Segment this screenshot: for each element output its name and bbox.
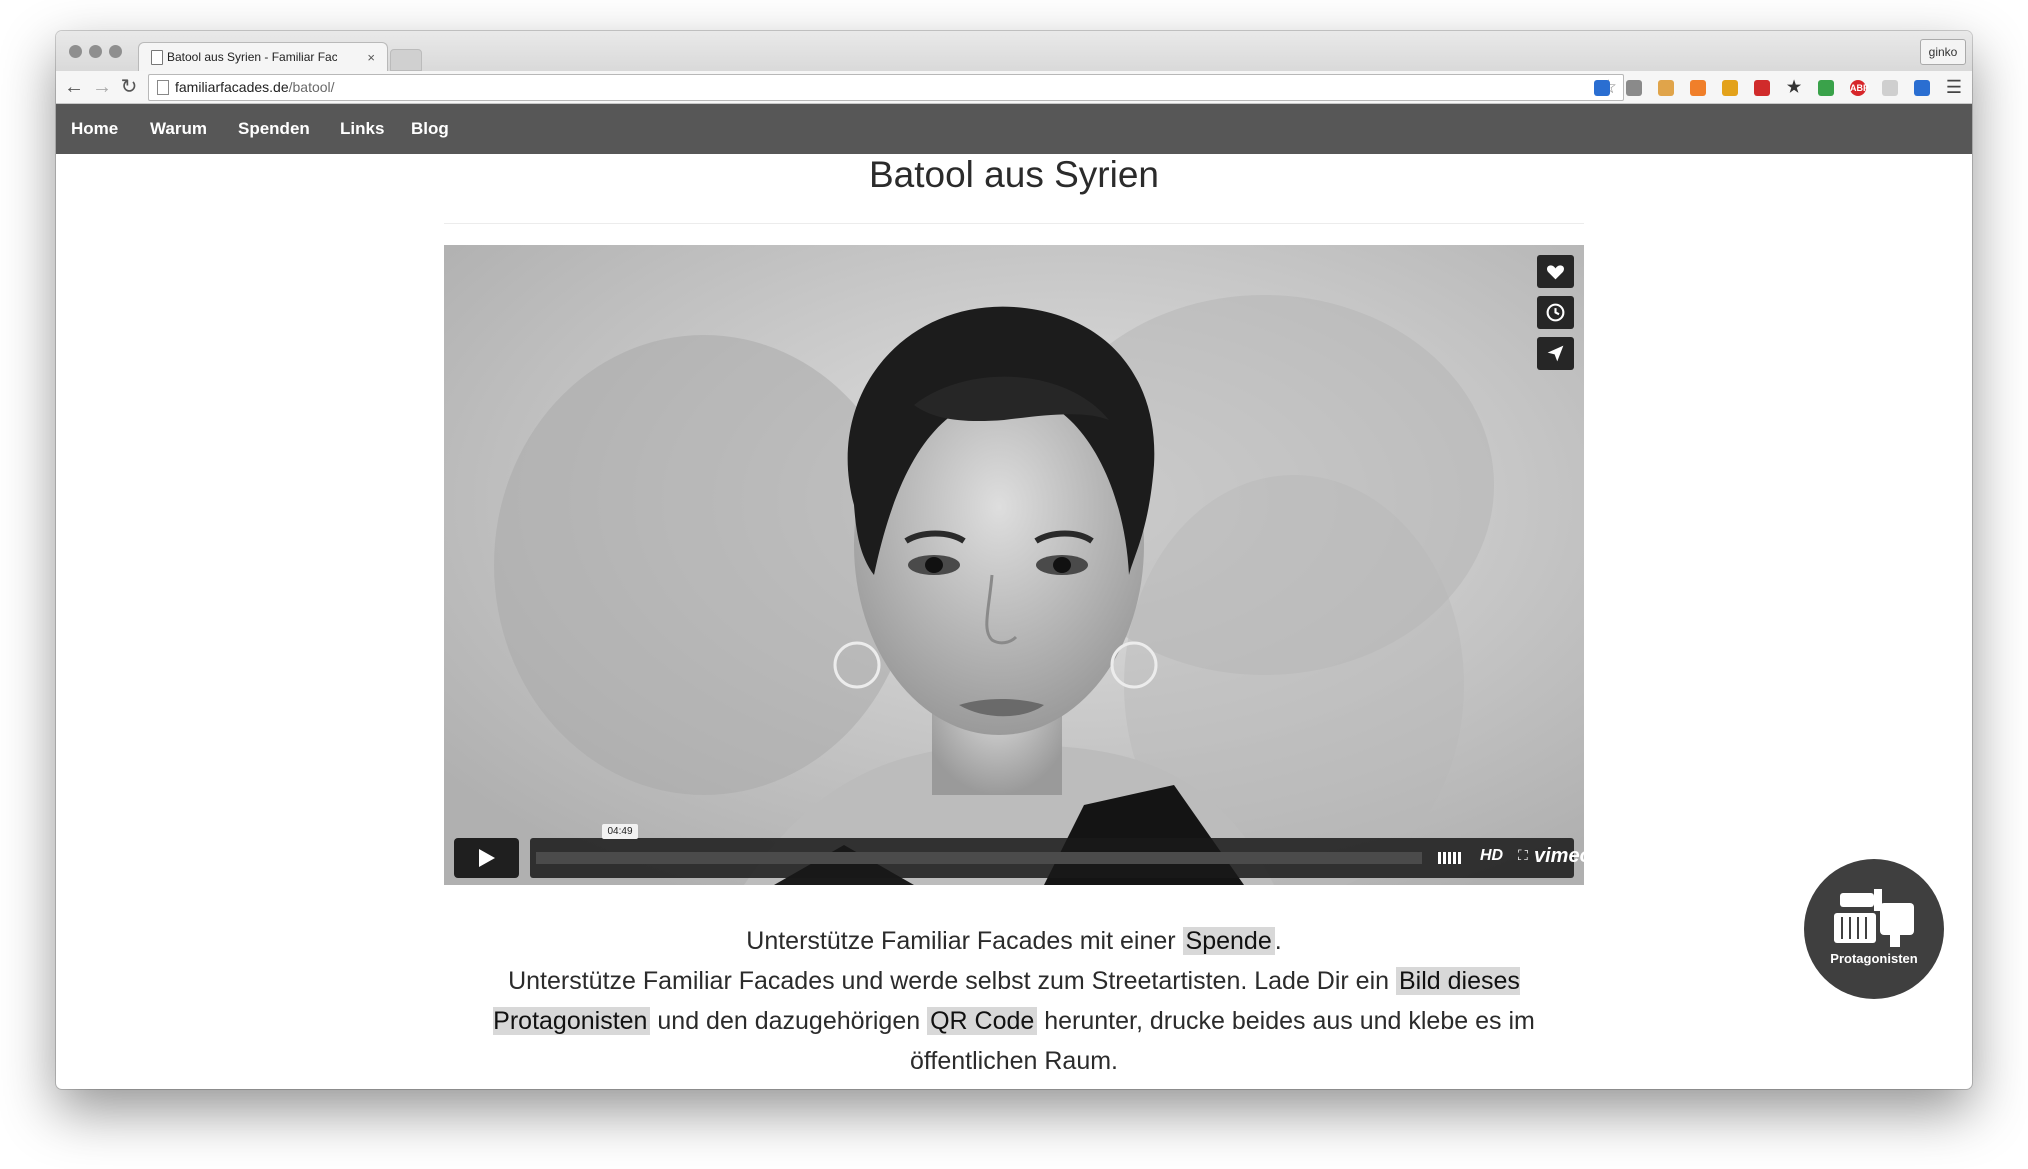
forward-arrow-icon[interactable]: →	[90, 75, 114, 99]
page-icon	[151, 50, 163, 65]
extension-color-icon[interactable]	[1818, 80, 1834, 96]
volume-icon[interactable]	[1438, 850, 1464, 866]
extension-blue-icon[interactable]	[1914, 80, 1930, 96]
page-icon	[157, 80, 169, 95]
donation-text: Unterstütze Familiar Facades mit einer S…	[444, 921, 1584, 1081]
url-host: familiarfacades.de	[175, 79, 289, 95]
timecode: 04:49	[602, 824, 638, 839]
play-button[interactable]	[454, 838, 519, 878]
fullscreen-icon[interactable]: ⛶	[1518, 847, 1528, 864]
nav-home[interactable]: Home	[71, 104, 118, 154]
donation-line: Unterstütze Familiar Facades mit einer S…	[444, 921, 1584, 961]
nav-blog[interactable]: Blog	[411, 104, 449, 154]
nav-links[interactable]: Links	[340, 104, 384, 154]
progress-track[interactable]	[536, 852, 1422, 864]
browser-window: Batool aus Syrien - Familiar Facades × g…	[56, 31, 1972, 1089]
extension-pattern-icon[interactable]	[1754, 80, 1770, 96]
protagonisten-label: Protagonisten	[1830, 951, 1918, 966]
minimize-window-icon[interactable]	[89, 45, 102, 58]
url-text: familiarfacades.de/batool/	[175, 75, 335, 100]
vimeo-logo[interactable]: vimeo	[1534, 845, 1584, 868]
play-icon	[479, 849, 495, 867]
back-arrow-icon[interactable]: ←	[62, 75, 86, 99]
maximize-window-icon[interactable]	[109, 45, 122, 58]
spende-link[interactable]: Spende	[1182, 927, 1275, 955]
extension-rss-icon[interactable]	[1658, 80, 1674, 96]
nav-warum[interactable]: Warum	[150, 104, 207, 154]
video-player[interactable]: 04:49 HD ⛶ vimeo	[444, 245, 1584, 885]
address-bar[interactable]: familiarfacades.de/batool/ ☆	[148, 74, 1624, 101]
donation-text-1: Unterstütze Familiar Facades mit einer	[746, 927, 1183, 955]
browser-toolbar: ← → ↻ familiarfacades.de/batool/ ☆ ★ ABP…	[56, 71, 1972, 104]
extension-eyedropper-icon[interactable]	[1626, 80, 1642, 96]
send-icon	[1547, 345, 1564, 362]
close-window-icon[interactable]	[69, 45, 82, 58]
profile-button[interactable]: ginko	[1920, 39, 1966, 65]
watch-later-button[interactable]	[1537, 296, 1574, 329]
extension-delicious-icon[interactable]	[1594, 80, 1610, 96]
streetart-text-2: und den dazugehörigen	[650, 1007, 928, 1035]
extension-face-icon[interactable]	[1722, 80, 1738, 96]
tab-bar: Batool aus Syrien - Familiar Facades × g…	[56, 31, 1972, 72]
protagonisten-button[interactable]: Protagonisten	[1804, 859, 1944, 999]
extension-adblock-icon[interactable]: ABP	[1850, 80, 1869, 96]
reload-icon[interactable]: ↻	[117, 75, 141, 99]
browser-tab[interactable]: Batool aus Syrien - Familiar Facades ×	[138, 42, 388, 72]
extension-star-icon[interactable]: ★	[1786, 80, 1802, 96]
tab-close-icon[interactable]: ×	[367, 43, 375, 72]
heart-icon	[1546, 265, 1565, 280]
hd-toggle[interactable]: HD	[1480, 847, 1503, 865]
page-title: Batool aus Syrien	[868, 154, 1159, 195]
paint-roller-icon	[1834, 889, 1914, 947]
qr-code-link[interactable]: QR Code	[927, 1007, 1038, 1035]
donation-period: .	[1274, 927, 1282, 955]
extension-chart-icon[interactable]	[1690, 80, 1706, 96]
streetart-text-1: Unterstütze Familiar Facades und werde s…	[508, 967, 1396, 995]
streetart-paragraph: Unterstütze Familiar Facades und werde s…	[444, 961, 1584, 1081]
like-heart-button[interactable]	[1537, 255, 1574, 288]
video-frame-portrait	[444, 245, 1584, 885]
nav-spenden[interactable]: Spenden	[238, 104, 310, 154]
browser-menu-icon[interactable]: ☰	[1946, 77, 1962, 98]
new-tab-button[interactable]	[390, 49, 422, 71]
extension-grey-icon[interactable]	[1882, 80, 1898, 96]
tab-title: Batool aus Syrien - Familiar Facades	[167, 50, 337, 64]
clock-icon	[1546, 303, 1565, 322]
site-navigation: Home Warum Spenden Links Blog	[56, 104, 1972, 154]
share-button[interactable]	[1537, 337, 1574, 370]
title-divider	[444, 223, 1584, 224]
playbar: 04:49 HD ⛶ vimeo	[530, 824, 1584, 878]
url-path: /batool/	[288, 79, 335, 95]
video-controls: 04:49 HD ⛶ vimeo	[454, 824, 1584, 878]
